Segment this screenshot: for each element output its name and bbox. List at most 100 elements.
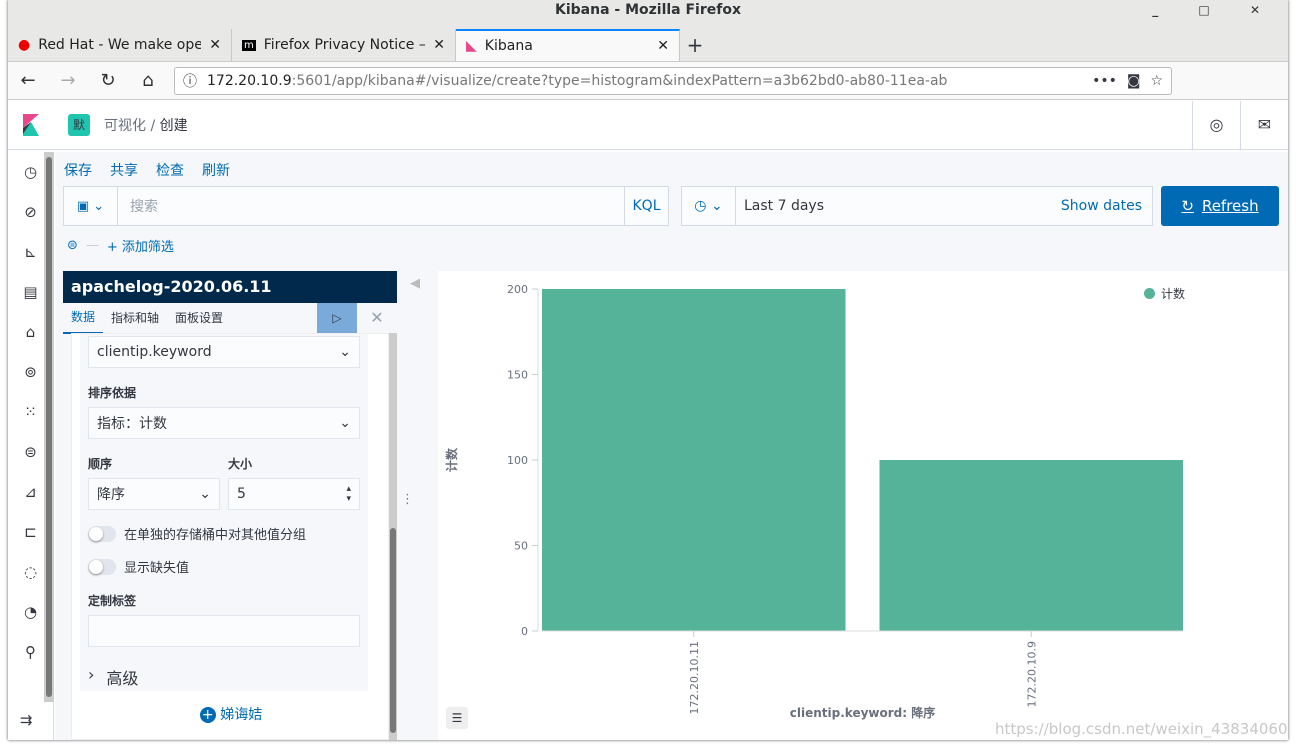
more-icon[interactable]: ••• <box>1092 73 1117 89</box>
tab-panel-settings[interactable]: 面板设置 <box>167 303 231 333</box>
back-button[interactable]: ← <box>14 70 42 91</box>
x-axis-title: clientip.keyword: 降序 <box>790 705 935 720</box>
legend-toggle-icon[interactable]: ☰ <box>446 707 468 729</box>
index-pattern-title: apachelog-2020.06.11 <box>63 271 397 303</box>
url-path: :5601/app/kibana#/visualize/create?type=… <box>291 72 948 89</box>
tab-data[interactable]: 数据 <box>63 302 104 334</box>
collapse-sidebar-icon[interactable]: ◀ <box>410 276 420 291</box>
chevron-down-icon: ⌄ <box>339 344 351 360</box>
legend-item[interactable]: 计数 <box>1144 285 1185 302</box>
home-button[interactable]: ⌂ <box>134 70 162 91</box>
y-tick-label: 0 <box>521 625 528 638</box>
help-icon[interactable]: ◎ <box>1192 100 1240 149</box>
pocket-icon[interactable]: ◙ <box>1127 73 1141 89</box>
y-tick-label: 200 <box>507 283 528 296</box>
space-badge[interactable]: 默 <box>68 113 90 136</box>
kql-toggle[interactable]: KQL <box>624 187 668 225</box>
bookmark-star-icon[interactable]: ☆ <box>1150 73 1163 89</box>
time-range[interactable]: Last 7 days <box>736 198 1061 214</box>
add-button[interactable]: + 娣诲姞 <box>72 704 390 724</box>
kibana-icon: ◣ <box>466 38 477 54</box>
close-icon[interactable]: ✕ <box>209 37 221 53</box>
vis-editor-sidebar: apachelog-2020.06.11 数据 指标和轴 面板设置 ▷ ✕ cl… <box>63 271 397 740</box>
url-bar[interactable]: ⓘ 172.20.10.9:5601/app/kibana#/visualize/… <box>174 66 1172 95</box>
resize-handle[interactable]: ⋮ <box>401 492 414 507</box>
share-link[interactable]: 共享 <box>110 160 138 180</box>
order-by-value: 指标：计数 <box>97 416 167 432</box>
editor-body: clientip.keyword ⌄ 排序依据 指标：计数 ⌄ 顺序 降序 ⌄ 大小 … <box>71 333 389 740</box>
order-select[interactable]: 降序 ⌄ <box>88 478 220 510</box>
query-bar: ▣ ⌄ 搜索 KQL <box>63 186 669 226</box>
forward-button[interactable]: → <box>54 70 82 91</box>
mail-icon[interactable]: ✉ <box>1240 100 1288 149</box>
y-axis-title: 计数 <box>444 447 459 472</box>
title-bar: Kibana - Mozilla Firefox _ □ ✕ <box>8 0 1288 22</box>
tab-label: Red Hat - We make open <box>38 37 202 53</box>
refresh-link[interactable]: 刷新 <box>202 160 230 180</box>
order-by-label: 排序依据 <box>88 386 137 400</box>
quick-menu-button[interactable]: ◷ ⌄ <box>682 187 736 225</box>
tab-label: Firefox Privacy Notice — Mozilla <box>263 37 426 53</box>
new-tab-button[interactable]: + <box>680 29 710 61</box>
show-dates-link[interactable]: Show dates <box>1061 198 1152 214</box>
reload-button[interactable]: ↻ <box>94 70 122 91</box>
size-input[interactable]: 5 ▴ ▾ <box>228 478 360 510</box>
window-controls[interactable]: _ □ ✕ <box>1152 0 1278 20</box>
chevron-right-icon: › <box>88 665 95 684</box>
close-icon[interactable]: ✕ <box>657 38 669 54</box>
apply-button[interactable]: ▷ <box>317 303 357 333</box>
mozilla-icon: m <box>242 39 256 51</box>
breadcrumb: 可视化 / 创建 <box>104 117 188 134</box>
watermark: https://blog.csdn.net/weixin_43834060 <box>995 720 1288 738</box>
refresh-icon: ↻ <box>1181 197 1194 215</box>
bucket-agg-card: clientip.keyword ⌄ 排序依据 指标：计数 ⌄ 顺序 降序 ⌄ 大小 … <box>80 334 368 691</box>
kibana-logo[interactable] <box>8 113 54 136</box>
saved-query-button[interactable]: ▣ ⌄ <box>64 187 118 225</box>
tab-kibana[interactable]: ◣ Kibana ✕ <box>456 29 680 61</box>
add-filter-link[interactable]: + 添加筛选 <box>107 236 174 255</box>
top-menu: 保存 共享 检查 刷新 <box>64 160 230 180</box>
tab-privacy[interactable]: m Firefox Privacy Notice — Mozilla ✕ <box>232 29 456 61</box>
order-by-select[interactable]: 指标：计数 ⌄ <box>88 407 360 439</box>
firefox-window: Kibana - Mozilla Firefox _ □ ✕ ● Red Hat -… <box>8 0 1288 740</box>
legend-label: 计数 <box>1161 287 1186 301</box>
discard-button[interactable]: ✕ <box>365 303 389 333</box>
tab-metrics-axes[interactable]: 指标和轴 <box>103 303 167 333</box>
field-select[interactable]: clientip.keyword ⌄ <box>88 336 360 368</box>
legend-swatch <box>1144 288 1155 299</box>
breadcrumb-visualize[interactable]: 可视化 <box>104 118 146 134</box>
filter-icon[interactable]: ⊜ <box>67 238 78 253</box>
x-tick-label: 172.20.10.11 <box>688 641 701 714</box>
tab-bar: ● Red Hat - We make open ✕ m Firefox Privac… <box>8 22 1288 62</box>
side-nav: ◷ ⊘ ⊾ ▤ ⌂ ⊚ ⁙ ⊜ ⊿ ⊏ ◌ ◔ ⚲ ⇉ <box>8 152 54 740</box>
advanced-toggle[interactable]: › 高级 <box>88 665 360 689</box>
info-icon: ⓘ <box>183 73 197 90</box>
close-icon[interactable]: ✕ <box>433 37 445 53</box>
add-label: 娣诲姞 <box>220 707 263 723</box>
time-picker: ◷ ⌄ Last 7 days Show dates <box>681 186 1153 226</box>
search-input[interactable]: 搜索 <box>118 196 624 216</box>
y-tick-label: 100 <box>507 454 528 467</box>
order-label: 顺序 <box>88 457 113 471</box>
tab-redhat[interactable]: ● Red Hat - We make open ✕ <box>8 29 232 61</box>
inspect-link[interactable]: 检查 <box>156 160 184 180</box>
field-value: clientip.keyword <box>97 344 212 360</box>
stepper-icon[interactable]: ▴ ▾ <box>346 484 351 504</box>
x-tick-label: 172.20.10.9 <box>1025 641 1038 707</box>
chevron-down-icon: ⌄ <box>199 486 211 502</box>
advanced-label: 高级 <box>106 669 139 688</box>
sidenav-scrollbar[interactable] <box>44 152 54 702</box>
redhat-icon: ● <box>18 37 31 53</box>
order-value: 降序 <box>97 487 125 503</box>
editor-tabs: 数据 指标和轴 面板设置 ▷ ✕ <box>63 302 397 334</box>
bar <box>879 460 1183 631</box>
nav-bar: ← → ↻ ⌂ ⓘ 172.20.10.9:5601/app/kibana#/vi… <box>8 62 1288 100</box>
custom-label-input[interactable] <box>88 615 360 647</box>
refresh-button[interactable]: ↻ Refresh <box>1161 186 1279 226</box>
y-tick-label: 150 <box>507 369 528 382</box>
editor-scrollbar[interactable] <box>389 333 397 740</box>
group-other-toggle[interactable]: 在单独的存储桶中对其他值分组 <box>88 524 360 543</box>
collapse-nav-icon[interactable]: ⇉ <box>8 700 44 740</box>
save-link[interactable]: 保存 <box>64 160 92 180</box>
show-missing-toggle[interactable]: 显示缺失值 <box>88 557 360 576</box>
